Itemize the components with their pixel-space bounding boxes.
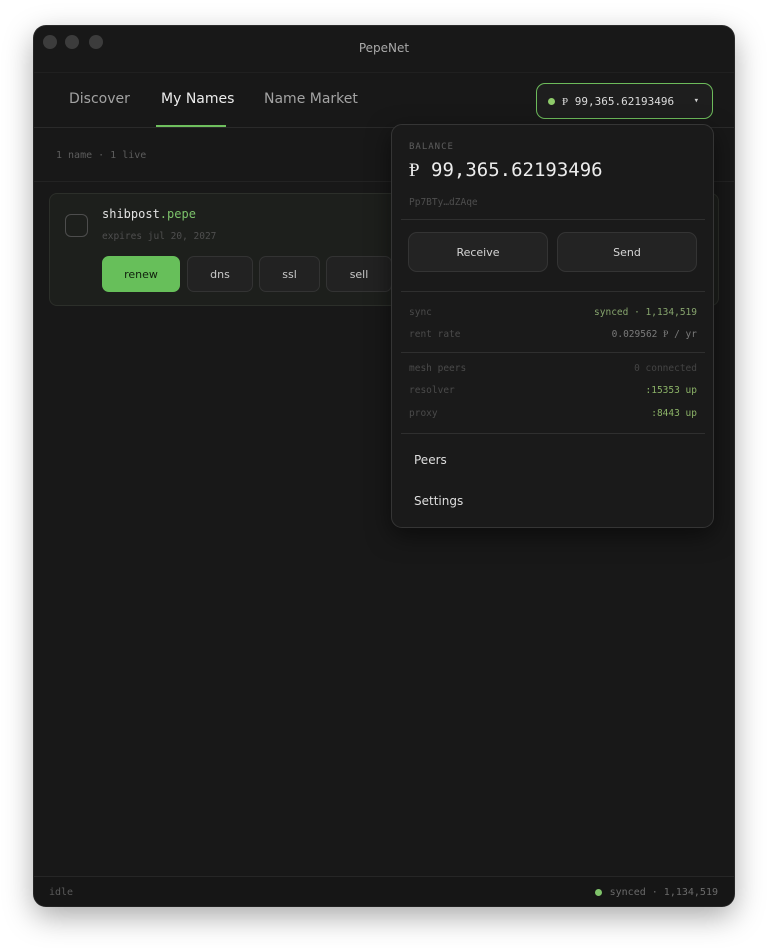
ssl-button[interactable]: ssl: [259, 256, 320, 292]
stat-value: :8443 up: [651, 408, 697, 419]
stat-rent-rate: rent rate 0.029562 Ᵽ / yr: [409, 329, 697, 343]
stat-proxy: proxy :8443 up: [409, 408, 697, 422]
dns-button[interactable]: dns: [187, 256, 253, 292]
status-sync: synced · 1,134,519: [594, 887, 718, 898]
stat-value: synced · 1,134,519: [594, 307, 697, 318]
sync-status-dot: [594, 889, 602, 896]
stat-key: rent rate: [409, 329, 461, 340]
sell-button[interactable]: sell: [326, 256, 392, 292]
divider: [401, 291, 705, 292]
divider: [401, 219, 705, 220]
tab-discover[interactable]: Discover: [69, 73, 130, 128]
active-tab-indicator: [156, 125, 226, 127]
name-tld: .pepe: [159, 207, 196, 221]
balance-pill-amount: Ᵽ 99,365.62193496: [562, 94, 675, 108]
chevron-down-icon: ▾: [693, 96, 699, 106]
divider: [401, 433, 705, 434]
status-sync-text: synced · 1,134,519: [609, 887, 718, 898]
app-window: PepeNet Discover My Names Name Market Ᵽ …: [34, 26, 734, 906]
name-select-checkbox[interactable]: [65, 214, 88, 237]
balance-caption: BALANCE: [409, 142, 454, 152]
balance-button[interactable]: Ᵽ 99,365.62193496 ▾: [536, 83, 713, 119]
status-activity: idle: [49, 887, 74, 898]
send-button[interactable]: Send: [557, 232, 697, 272]
stat-key: mesh peers: [409, 363, 467, 374]
stat-value: :15353 up: [645, 385, 697, 396]
name-title: shibpost.pepe: [102, 207, 196, 221]
stat-value: 0.029562 Ᵽ / yr: [611, 329, 697, 340]
name-expiry: expires jul 20, 2027: [102, 231, 217, 242]
names-summary: 1 name · 1 live: [56, 150, 147, 161]
renew-button[interactable]: renew: [102, 256, 180, 292]
name-label: shibpost: [102, 207, 160, 221]
stat-key: sync: [409, 307, 432, 318]
divider: [401, 352, 705, 353]
wallet-address[interactable]: Pp7BTy…dZAqe: [409, 197, 478, 208]
top-nav: Discover My Names Name Market Ᵽ 99,365.6…: [34, 72, 734, 128]
stat-mesh-peers: mesh peers 0 connected: [409, 363, 697, 377]
tab-name-market[interactable]: Name Market: [264, 73, 358, 128]
sync-status-dot: [548, 97, 555, 105]
titlebar: PepeNet: [34, 26, 734, 72]
stat-value: 0 connected: [634, 363, 697, 374]
receive-button[interactable]: Receive: [408, 232, 548, 272]
status-bar: idle synced · 1,134,519: [34, 876, 734, 906]
menu-item-settings[interactable]: Settings: [414, 494, 463, 508]
tab-my-names[interactable]: My Names: [161, 73, 234, 128]
wallet-dropdown: BALANCE Ᵽ 99,365.62193496 Pp7BTy…dZAqe R…: [391, 124, 714, 528]
stat-resolver: resolver :15353 up: [409, 385, 697, 399]
stat-key: proxy: [409, 408, 438, 419]
menu-item-peers[interactable]: Peers: [414, 453, 447, 467]
stat-sync: sync synced · 1,134,519: [409, 307, 697, 321]
stat-key: resolver: [409, 385, 455, 396]
balance-amount: Ᵽ 99,365.62193496: [409, 159, 603, 181]
window-title: PepeNet: [358, 41, 410, 55]
